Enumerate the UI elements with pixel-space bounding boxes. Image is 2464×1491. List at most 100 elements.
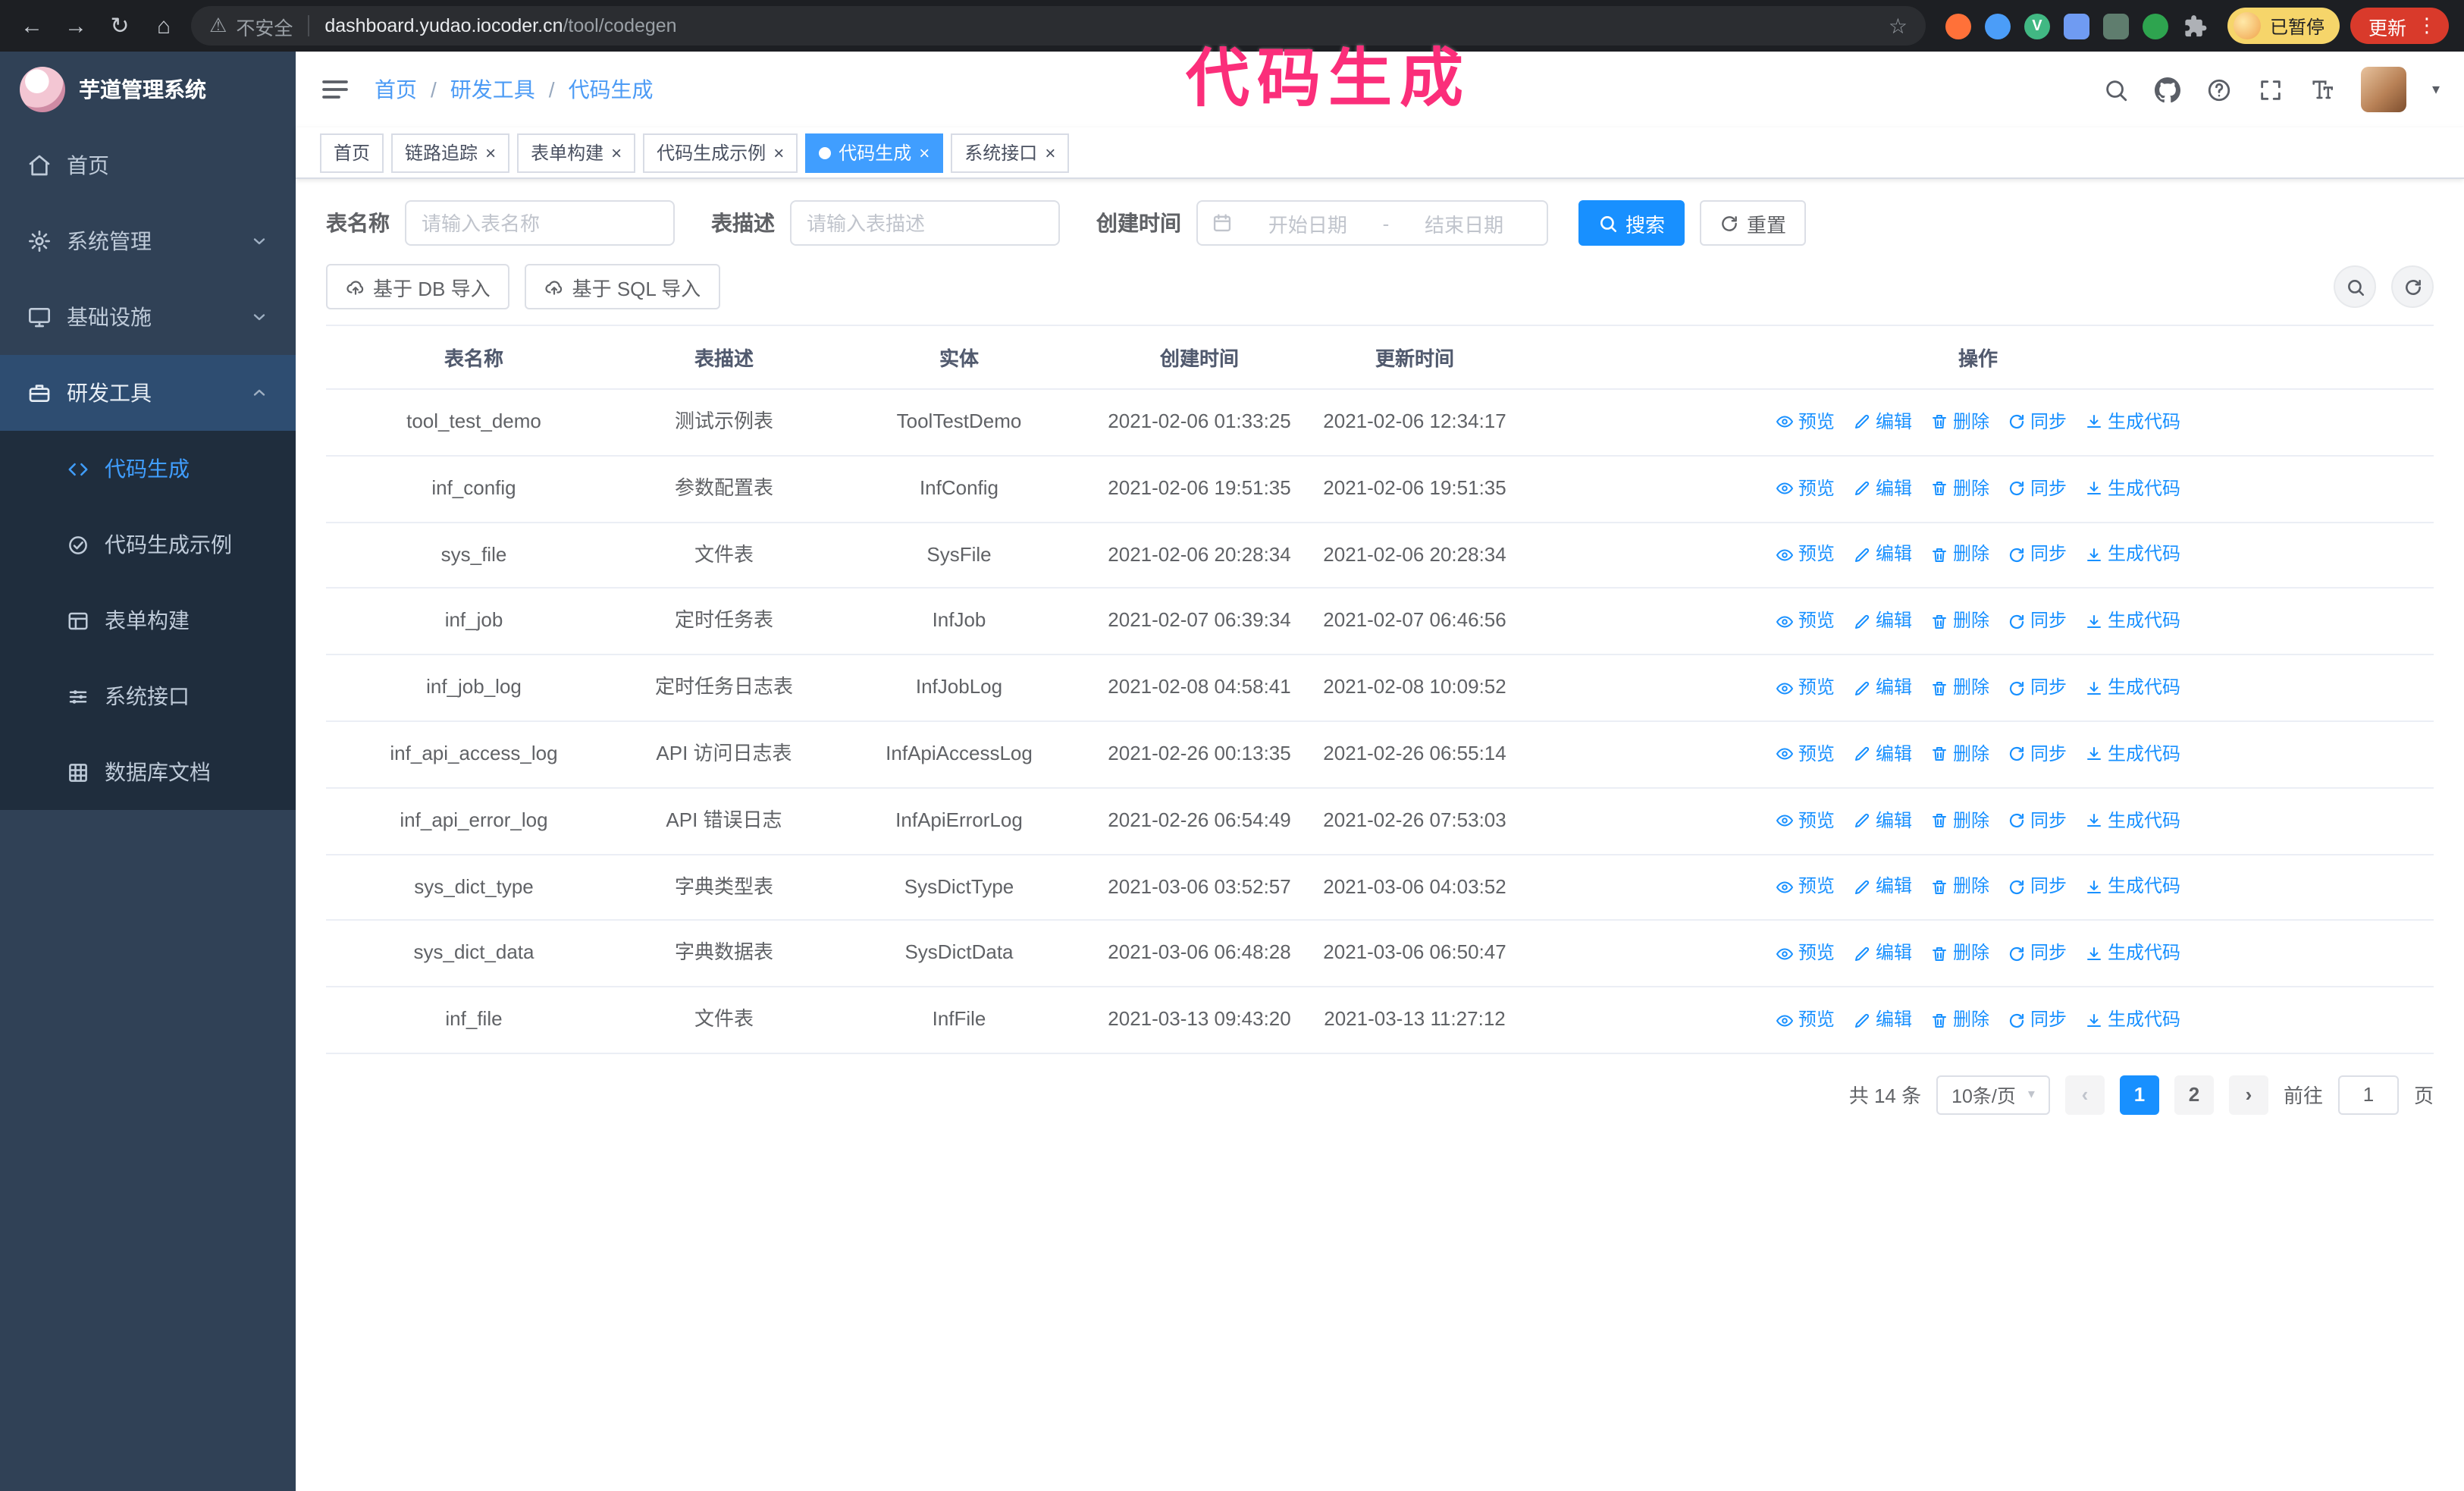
- extensions-puzzle-icon[interactable]: [2182, 13, 2208, 39]
- extension-icon[interactable]: [2063, 13, 2089, 39]
- action-edit[interactable]: 编辑: [1853, 408, 1912, 437]
- action-edit[interactable]: 编辑: [1853, 607, 1912, 636]
- extension-icon[interactable]: [1945, 13, 1971, 39]
- import-db-button[interactable]: 基于 DB 导入: [326, 264, 510, 309]
- tab-trace[interactable]: 链路追踪 ×: [391, 133, 510, 172]
- vue-devtools-extension-icon[interactable]: V: [2024, 13, 2050, 39]
- sidebar-item-system-api[interactable]: 系统接口: [0, 658, 296, 734]
- action-sync[interactable]: 同步: [2008, 740, 2067, 769]
- action-preview[interactable]: 预览: [1776, 673, 1835, 702]
- tab-codegen-example[interactable]: 代码生成示例 ×: [643, 133, 798, 172]
- sidebar-item-codegen-example[interactable]: 代码生成示例: [0, 507, 296, 582]
- table-desc-input[interactable]: [790, 200, 1060, 246]
- import-sql-button[interactable]: 基于 SQL 导入: [525, 264, 721, 309]
- tab-form-builder[interactable]: 表单构建 ×: [517, 133, 636, 172]
- action-preview[interactable]: 预览: [1776, 541, 1835, 570]
- action-sync[interactable]: 同步: [2008, 607, 2067, 636]
- goto-page-input[interactable]: [2337, 1075, 2399, 1115]
- close-icon[interactable]: ×: [485, 143, 496, 162]
- action-generate[interactable]: 生成代码: [2085, 740, 2180, 769]
- menu-kebab-icon[interactable]: ⋮: [2417, 14, 2437, 38]
- close-icon[interactable]: ×: [773, 143, 784, 162]
- reset-button[interactable]: 重置: [1700, 200, 1807, 246]
- create-time-range-picker[interactable]: 开始日期 - 结束日期: [1196, 200, 1548, 246]
- action-generate[interactable]: 生成代码: [2085, 607, 2180, 636]
- action-generate[interactable]: 生成代码: [2085, 474, 2180, 503]
- action-preview[interactable]: 预览: [1776, 939, 1835, 968]
- action-delete[interactable]: 删除: [1930, 408, 1989, 437]
- tab-system-api[interactable]: 系统接口 ×: [951, 133, 1070, 172]
- sidebar-item-system[interactable]: 系统管理: [0, 203, 296, 279]
- action-edit[interactable]: 编辑: [1853, 673, 1912, 702]
- font-size-icon[interactable]: [2309, 77, 2335, 102]
- extension-icon[interactable]: [2102, 13, 2129, 39]
- bookmark-star-icon[interactable]: ☆: [1889, 13, 1908, 39]
- tab-codegen[interactable]: 代码生成 ×: [805, 133, 944, 172]
- reload-button[interactable]: ↻: [103, 9, 136, 42]
- action-sync[interactable]: 同步: [2008, 806, 2067, 835]
- prev-page-button[interactable]: ‹: [2064, 1075, 2105, 1115]
- user-avatar[interactable]: [2360, 67, 2406, 112]
- extension-icon[interactable]: [2142, 13, 2168, 39]
- help-icon[interactable]: [2206, 77, 2232, 102]
- action-sync[interactable]: 同步: [2008, 939, 2067, 968]
- action-generate[interactable]: 生成代码: [2085, 939, 2180, 968]
- action-delete[interactable]: 删除: [1930, 607, 1989, 636]
- back-button[interactable]: ←: [15, 9, 49, 42]
- sidebar-item-home[interactable]: 首页: [0, 127, 296, 203]
- action-delete[interactable]: 删除: [1930, 873, 1989, 902]
- tab-home[interactable]: 首页: [320, 133, 384, 172]
- action-sync[interactable]: 同步: [2008, 873, 2067, 902]
- next-page-button[interactable]: ›: [2228, 1075, 2268, 1115]
- address-bar[interactable]: ⚠ 不安全 dashboard.yudao.iocoder.cn/tool/co…: [191, 6, 1926, 46]
- sidebar-item-infrastructure[interactable]: 基础设施: [0, 279, 296, 355]
- sidebar-item-db-docs[interactable]: 数据库文档: [0, 734, 296, 810]
- action-generate[interactable]: 生成代码: [2085, 873, 2180, 902]
- action-delete[interactable]: 删除: [1930, 740, 1989, 769]
- action-preview[interactable]: 预览: [1776, 607, 1835, 636]
- sidebar-item-form-builder[interactable]: 表单构建: [0, 582, 296, 658]
- profile-paused-chip[interactable]: 已暂停: [2227, 8, 2340, 44]
- action-edit[interactable]: 编辑: [1853, 474, 1912, 503]
- sidebar-item-dev-tools[interactable]: 研发工具: [0, 355, 296, 431]
- action-preview[interactable]: 预览: [1776, 1006, 1835, 1034]
- fullscreen-icon[interactable]: [2258, 77, 2284, 102]
- search-icon[interactable]: [2103, 77, 2129, 102]
- action-edit[interactable]: 编辑: [1853, 1006, 1912, 1034]
- extension-icon[interactable]: [1984, 13, 2011, 39]
- action-sync[interactable]: 同步: [2008, 673, 2067, 702]
- action-delete[interactable]: 删除: [1930, 939, 1989, 968]
- page-button-2[interactable]: 2: [2174, 1075, 2214, 1115]
- home-button[interactable]: ⌂: [147, 9, 180, 42]
- action-sync[interactable]: 同步: [2008, 541, 2067, 570]
- avatar-caret-icon[interactable]: ▾: [2432, 81, 2440, 98]
- table-name-input[interactable]: [405, 200, 675, 246]
- sidebar-item-codegen[interactable]: 代码生成: [0, 431, 296, 507]
- close-icon[interactable]: ×: [919, 143, 929, 162]
- action-generate[interactable]: 生成代码: [2085, 541, 2180, 570]
- action-generate[interactable]: 生成代码: [2085, 1006, 2180, 1034]
- action-sync[interactable]: 同步: [2008, 408, 2067, 437]
- action-preview[interactable]: 预览: [1776, 873, 1835, 902]
- refresh-table-button[interactable]: [2391, 265, 2434, 308]
- action-delete[interactable]: 删除: [1930, 541, 1989, 570]
- action-generate[interactable]: 生成代码: [2085, 673, 2180, 702]
- hamburger-icon[interactable]: [320, 74, 350, 105]
- breadcrumb-home[interactable]: 首页: [375, 74, 417, 105]
- action-edit[interactable]: 编辑: [1853, 873, 1912, 902]
- search-button[interactable]: 搜索: [1578, 200, 1685, 246]
- action-sync[interactable]: 同步: [2008, 474, 2067, 503]
- action-edit[interactable]: 编辑: [1853, 740, 1912, 769]
- action-delete[interactable]: 删除: [1930, 673, 1989, 702]
- action-generate[interactable]: 生成代码: [2085, 408, 2180, 437]
- breadcrumb-dev-tools[interactable]: 研发工具: [450, 74, 535, 105]
- action-edit[interactable]: 编辑: [1853, 541, 1912, 570]
- toggle-search-button[interactable]: [2334, 265, 2376, 308]
- page-button-1[interactable]: 1: [2119, 1075, 2159, 1115]
- app-logo[interactable]: 芋道管理系统: [0, 52, 296, 127]
- action-preview[interactable]: 预览: [1776, 474, 1835, 503]
- action-delete[interactable]: 删除: [1930, 1006, 1989, 1034]
- action-delete[interactable]: 删除: [1930, 806, 1989, 835]
- forward-button[interactable]: →: [59, 9, 92, 42]
- action-edit[interactable]: 编辑: [1853, 939, 1912, 968]
